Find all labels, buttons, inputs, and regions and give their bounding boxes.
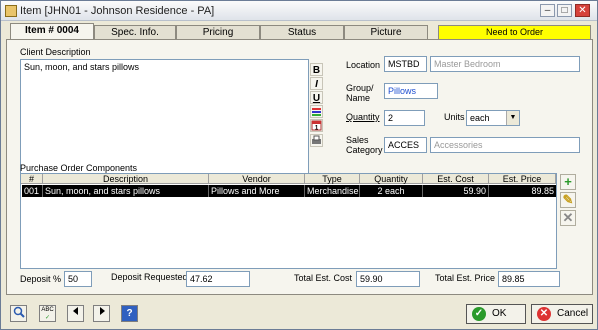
total-est-cost-label: Total Est. Cost (294, 273, 353, 283)
edit-pencil-icon[interactable]: ✎ (560, 192, 576, 208)
tab-need-to-order[interactable]: Need to Order (438, 25, 591, 39)
total-est-cost-field: 59.90 (356, 271, 420, 287)
row-vendor: Pillows and More (209, 185, 305, 197)
name-label: Name (346, 93, 371, 103)
printer-icon[interactable] (310, 134, 323, 147)
item-window: Item [JHN01 - Johnson Residence - PA] – … (0, 0, 598, 330)
cancel-button[interactable]: ✕ Cancel (531, 304, 593, 324)
row-type: Merchandise (307, 185, 360, 197)
ok-label: OK (492, 308, 507, 319)
ok-button[interactable]: ✓ OK (466, 304, 526, 324)
previous-button[interactable] (67, 305, 84, 322)
col-num[interactable]: # (21, 174, 43, 184)
row-quantity: 2 each (360, 185, 423, 197)
client-description-label: Client Description (20, 47, 91, 57)
window-title: Item [JHN01 - Johnson Residence - PA] (20, 5, 215, 17)
close-button[interactable]: ✕ (575, 4, 590, 17)
units-label: Units (444, 112, 465, 122)
col-description[interactable]: Description (43, 174, 209, 184)
deposit-pct-field[interactable]: 50 (64, 271, 92, 287)
location-label: Location (346, 60, 381, 70)
units-value: each (470, 113, 490, 123)
chevron-down-icon[interactable]: ▼ (506, 111, 519, 125)
maximize-button[interactable]: □ (557, 4, 572, 17)
minimize-button[interactable]: – (540, 4, 555, 17)
col-est-cost[interactable]: Est. Cost (423, 174, 489, 184)
help-icon[interactable]: ? (121, 305, 138, 322)
tab-item[interactable]: Item # 0004 (10, 23, 94, 39)
checkmark-icon: ✓ (472, 307, 486, 321)
item-panel: Client Description Sun, moon, and stars … (6, 39, 593, 295)
tab-status[interactable]: Status (260, 25, 344, 39)
sales-label: Sales (346, 135, 369, 145)
total-est-price-field: 89.85 (498, 271, 560, 287)
row-est-cost: 59.90 (423, 185, 489, 197)
deposit-pct-label: Deposit % (20, 274, 62, 284)
quantity-field[interactable]: 2 (384, 110, 425, 126)
tab-spec-info[interactable]: Spec. Info. (94, 25, 176, 39)
cancel-label: Cancel (557, 308, 589, 319)
category-label: Category (346, 145, 383, 155)
location-code-field[interactable]: MSTBD (384, 56, 427, 72)
next-button[interactable] (93, 305, 110, 322)
col-vendor[interactable]: Vendor (209, 174, 305, 184)
add-component-button[interactable]: + (560, 174, 576, 190)
deposit-requested-field[interactable]: 47.62 (186, 271, 250, 287)
color-icon[interactable] (310, 105, 323, 118)
underline-button[interactable]: U (310, 91, 323, 104)
components-label: Purchase Order Components (20, 163, 138, 173)
group-name-field[interactable]: Pillows (384, 83, 438, 99)
italic-button[interactable]: I (310, 77, 323, 90)
tab-picture[interactable]: Picture (344, 25, 428, 39)
components-grid[interactable]: # Description Vendor Type Quantity Est. … (20, 173, 557, 269)
row-num: 001 (22, 185, 43, 197)
units-select[interactable]: each ▼ (466, 110, 520, 126)
cancel-icon: ✕ (537, 307, 551, 321)
row-description: Sun, moon, and stars pillows (43, 185, 209, 197)
table-row[interactable]: 001 Sun, moon, and stars pillows Pillows… (22, 185, 556, 197)
sales-category-name-field: Accessories (430, 137, 580, 153)
sales-category-code-field[interactable]: ACCES (384, 137, 427, 153)
app-icon (5, 5, 17, 17)
col-type[interactable]: Type (305, 174, 360, 184)
calendar-icon[interactable]: 1 (310, 119, 323, 132)
col-quantity[interactable]: Quantity (360, 174, 423, 184)
title-bar: Item [JHN01 - Johnson Residence - PA] – … (1, 1, 597, 21)
tab-pricing[interactable]: Pricing (176, 25, 260, 39)
deposit-requested-label: Deposit Requested (111, 272, 188, 282)
group-label: Group/ (346, 83, 374, 93)
delete-component-button[interactable]: ✕ (560, 210, 576, 226)
search-icon[interactable] (10, 305, 27, 322)
bold-button[interactable]: B (310, 63, 323, 76)
col-est-price[interactable]: Est. Price (489, 174, 556, 184)
total-est-price-label: Total Est. Price (435, 273, 496, 283)
location-name-field: Master Bedroom (430, 56, 580, 72)
quantity-label: Quantity (346, 112, 380, 122)
row-est-price: 89.85 (531, 186, 554, 196)
spellcheck-icon[interactable]: ABC ✓ (39, 305, 56, 322)
